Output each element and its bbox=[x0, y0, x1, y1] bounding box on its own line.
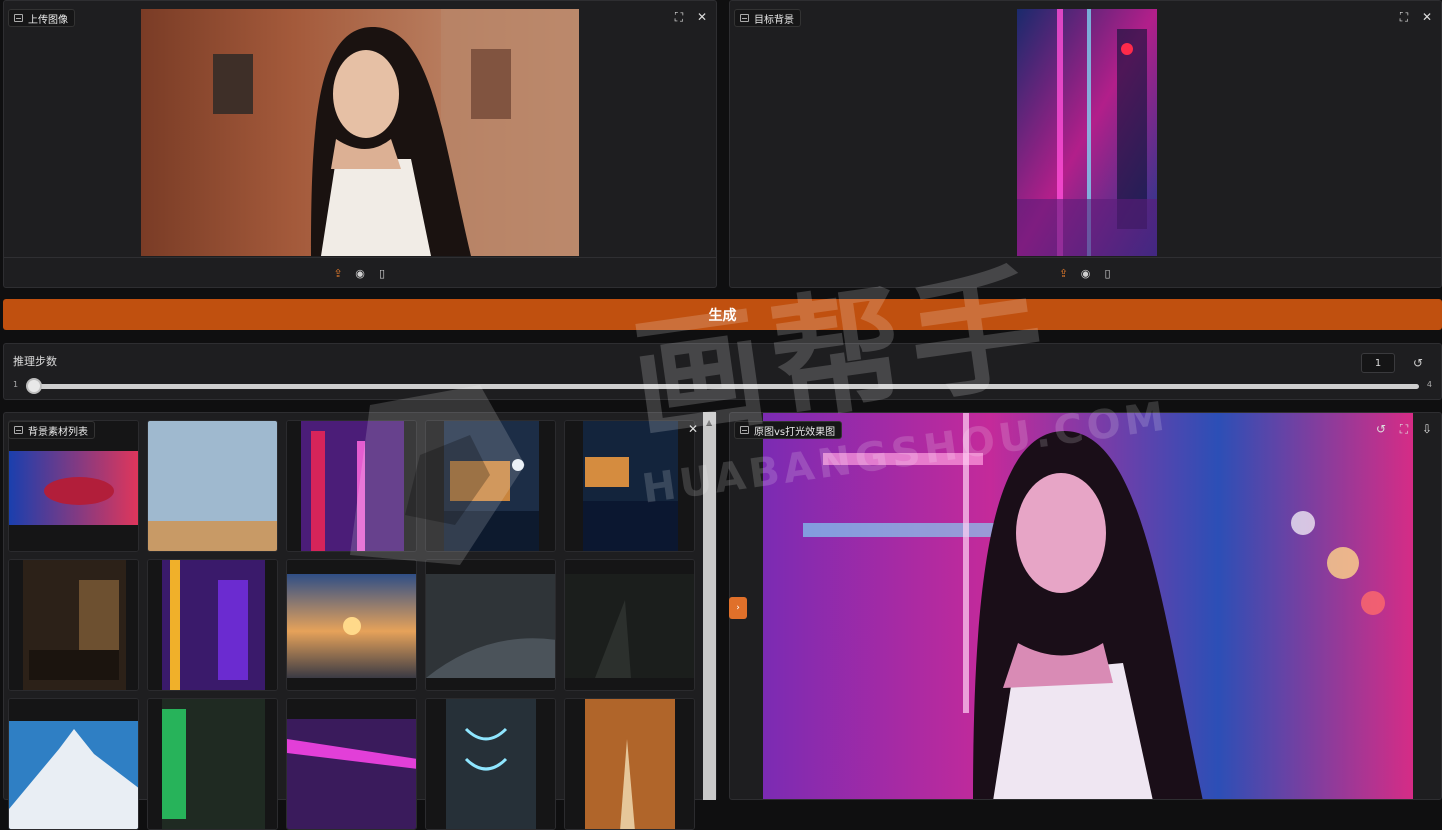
image-icon bbox=[740, 14, 749, 22]
clipboard-icon[interactable]: ▯ bbox=[375, 266, 389, 280]
gallery-item[interactable] bbox=[564, 420, 695, 552]
fullscreen-icon[interactable]: ⛶ bbox=[671, 9, 687, 25]
background-gallery-grid bbox=[8, 420, 700, 830]
upload-image-badge: 上传图像 bbox=[8, 9, 75, 27]
compare-slider-handle[interactable]: › bbox=[729, 597, 747, 619]
gallery-item[interactable] bbox=[147, 559, 278, 691]
close-icon[interactable]: ✕ bbox=[685, 421, 701, 437]
webcam-icon[interactable]: ◉ bbox=[353, 266, 367, 280]
gallery-item[interactable] bbox=[8, 698, 139, 830]
gallery-item[interactable] bbox=[147, 420, 278, 552]
fullscreen-icon[interactable]: ⛶ bbox=[1396, 421, 1412, 437]
uploaded-portrait-image[interactable] bbox=[141, 9, 579, 256]
background-gallery-badge: 背景素材列表 bbox=[8, 421, 95, 439]
upload-image-panel: 上传图像 ⛶ ✕ ⇪ ◉ ▯ bbox=[3, 0, 717, 288]
image-icon bbox=[14, 426, 23, 434]
image-icon bbox=[740, 426, 749, 434]
comparison-title: 原图vs打光效果图 bbox=[754, 426, 836, 438]
inference-steps-input[interactable]: 1 bbox=[1361, 353, 1395, 373]
relit-result-image[interactable] bbox=[763, 413, 1413, 799]
fullscreen-icon[interactable]: ⛶ bbox=[1396, 9, 1412, 25]
gallery-item[interactable] bbox=[8, 420, 139, 552]
webcam-icon[interactable]: ◉ bbox=[1079, 266, 1093, 280]
gallery-item[interactable] bbox=[286, 698, 417, 830]
target-background-panel: 目标背景 ⛶ ✕ ⇪ ◉ ▯ bbox=[729, 0, 1442, 288]
inference-steps-label: 推理步数 bbox=[13, 355, 57, 368]
gallery-item[interactable] bbox=[564, 559, 695, 691]
undo-icon[interactable]: ↺ bbox=[1373, 421, 1389, 437]
gallery-item[interactable] bbox=[425, 559, 556, 691]
comparison-badge: 原图vs打光效果图 bbox=[734, 421, 843, 439]
gallery-item[interactable] bbox=[564, 698, 695, 830]
close-icon[interactable]: ✕ bbox=[694, 9, 710, 25]
clipboard-icon[interactable]: ▯ bbox=[1101, 266, 1115, 280]
image-icon bbox=[14, 14, 23, 22]
slider-max-label: 4 bbox=[1426, 380, 1432, 389]
inference-steps-panel: 推理步数 1 ↺ 1 4 bbox=[3, 343, 1442, 400]
comparison-panel: 原图vs打光效果图 ↺ ⛶ ⇩ bbox=[729, 412, 1442, 800]
reset-icon[interactable]: ↺ bbox=[1409, 354, 1427, 372]
download-icon[interactable]: ⇩ bbox=[1419, 421, 1435, 437]
inference-steps-slider-track[interactable] bbox=[31, 384, 1419, 389]
slider-min-label: 1 bbox=[13, 380, 19, 389]
target-background-badge: 目标背景 bbox=[734, 9, 801, 27]
target-background-title: 目标背景 bbox=[754, 14, 794, 26]
generate-button[interactable]: 生成 bbox=[3, 299, 1442, 330]
target-background-image[interactable] bbox=[1017, 9, 1157, 256]
upload-icon[interactable]: ⇪ bbox=[1057, 266, 1071, 280]
gallery-item[interactable] bbox=[286, 559, 417, 691]
gallery-item[interactable] bbox=[286, 420, 417, 552]
upload-icon[interactable]: ⇪ bbox=[331, 266, 345, 280]
upload-image-title: 上传图像 bbox=[28, 14, 68, 26]
background-gallery-title: 背景素材列表 bbox=[28, 426, 88, 438]
close-icon[interactable]: ✕ bbox=[1419, 9, 1435, 25]
gallery-item[interactable] bbox=[8, 559, 139, 691]
gallery-scrollbar[interactable]: ▲ bbox=[703, 412, 716, 800]
gallery-item[interactable] bbox=[425, 420, 556, 552]
gallery-item[interactable] bbox=[147, 698, 278, 830]
inference-steps-slider-thumb[interactable] bbox=[26, 378, 42, 394]
gallery-item[interactable] bbox=[425, 698, 556, 830]
